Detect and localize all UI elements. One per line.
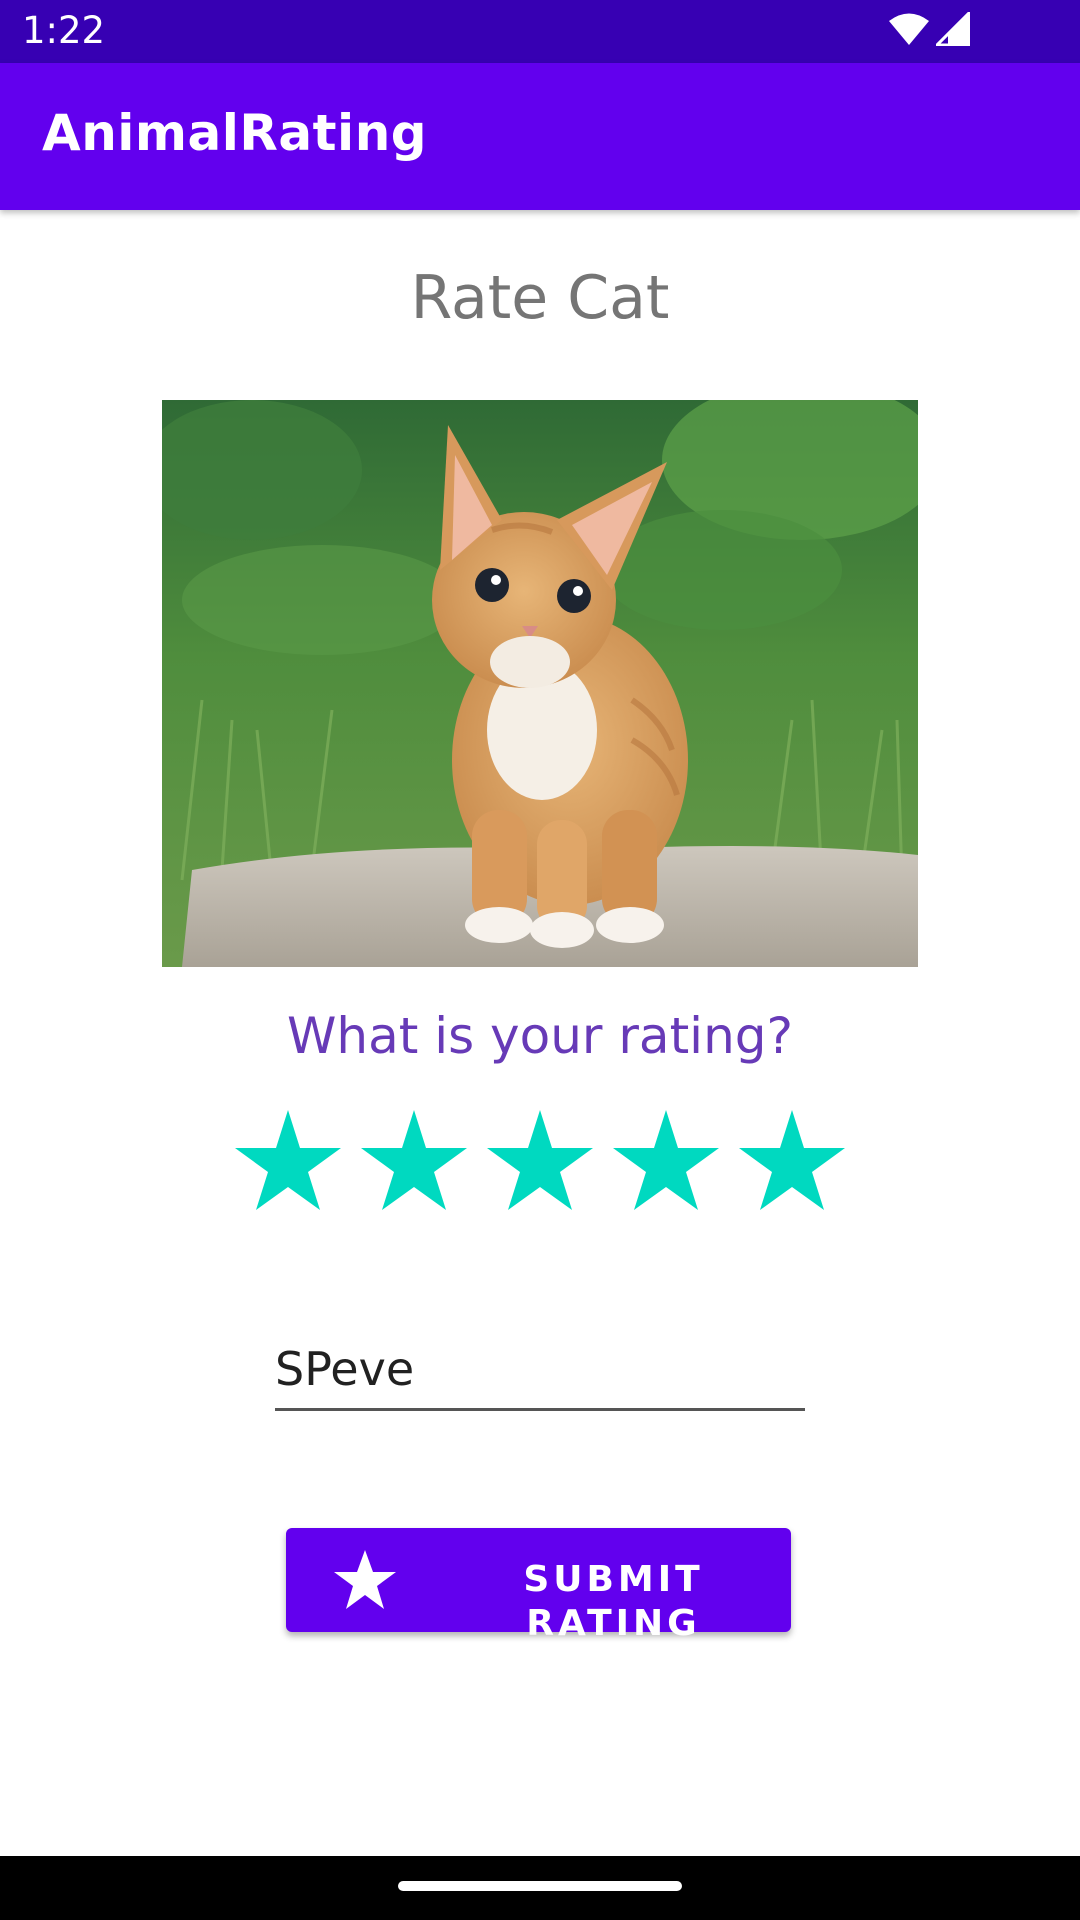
- status-time: 1:22: [22, 9, 106, 52]
- star-icon[interactable]: [225, 1100, 351, 1220]
- star-icon[interactable]: [603, 1100, 729, 1220]
- wifi-icon: [888, 12, 930, 50]
- cat-photo: [162, 400, 918, 967]
- page-title: Rate Cat: [410, 263, 670, 333]
- status-bar: 1:22: [0, 0, 1080, 63]
- submit-rating-button[interactable]: SUBMIT RATING: [286, 1528, 791, 1644]
- app-title: AnimalRating: [42, 104, 428, 162]
- rating-bar[interactable]: [225, 1100, 855, 1220]
- home-handle[interactable]: [398, 1881, 682, 1891]
- cell-signal-icon: [933, 9, 971, 50]
- rating-question: What is your rating?: [286, 1007, 794, 1065]
- star-icon[interactable]: [477, 1100, 603, 1220]
- submit-button-label: SUBMIT RATING: [523, 1559, 704, 1644]
- app-bar: AnimalRating: [0, 63, 1080, 210]
- star-icon[interactable]: [729, 1100, 855, 1220]
- status-icons: [888, 9, 971, 50]
- name-field[interactable]: [275, 1330, 805, 1411]
- star-icon[interactable]: [351, 1100, 477, 1220]
- star-icon: [332, 1548, 398, 1612]
